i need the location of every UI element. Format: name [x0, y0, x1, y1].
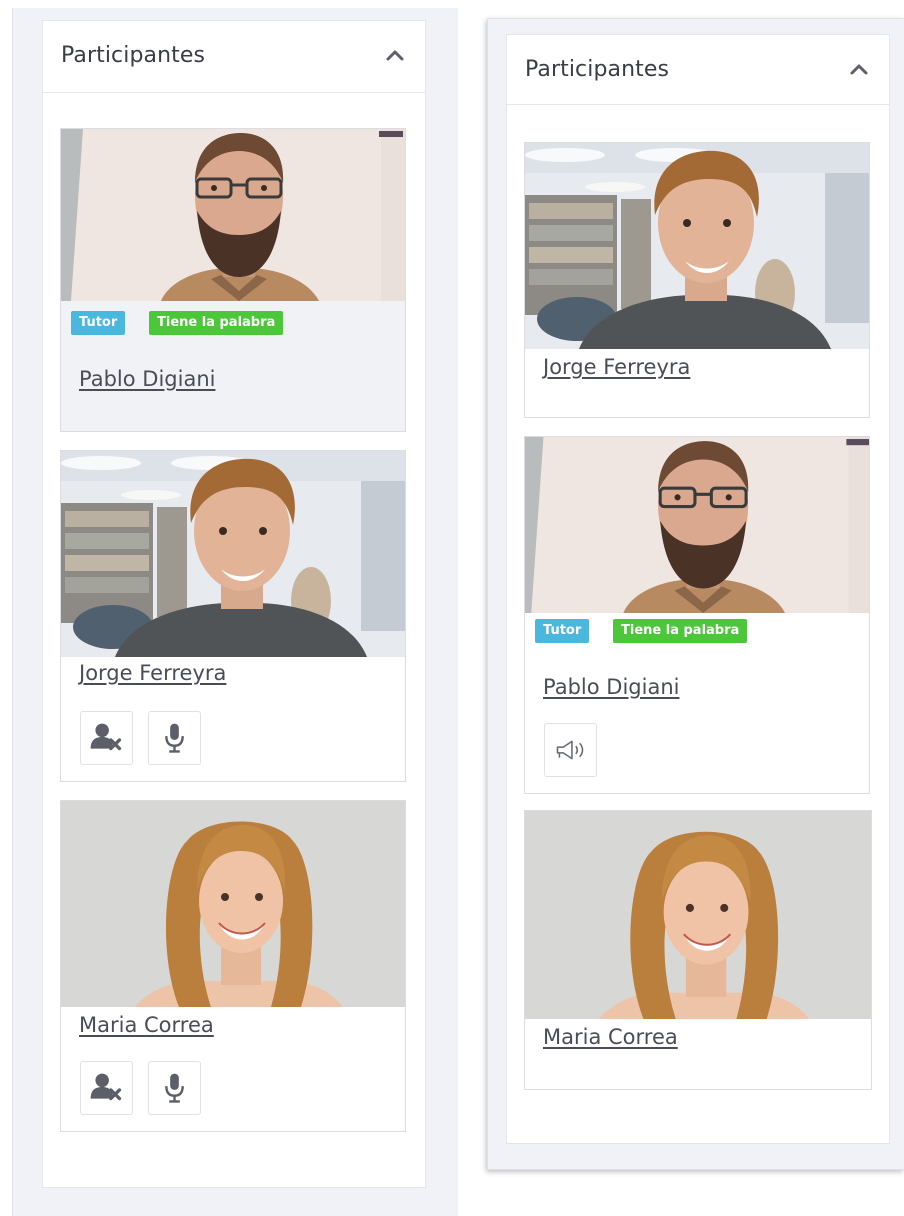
- participants-panel: Participantes Jorge Ferreyra Tutor Tiene…: [506, 34, 890, 1144]
- participant-video: [61, 129, 405, 301]
- panel-title: Participantes: [61, 43, 206, 68]
- participant-video: [61, 801, 405, 1007]
- panel-header: Participantes: [507, 35, 889, 105]
- participant-card: Maria Correa: [524, 810, 872, 1090]
- participant-name-link[interactable]: Maria Correa: [543, 1025, 678, 1049]
- participant-name-link[interactable]: Maria Correa: [79, 1013, 214, 1037]
- left-panel-shell: Participantes Tutor Tiene la palabra Pab…: [12, 8, 458, 1216]
- participants-panel: Participantes Tutor Tiene la palabra Pab…: [42, 20, 426, 1188]
- microphone-button[interactable]: [148, 711, 201, 765]
- megaphone-icon: [545, 724, 596, 776]
- right-panel-shell: Participantes Jorge Ferreyra Tutor Tiene…: [487, 18, 904, 1170]
- participant-video: [61, 451, 405, 657]
- participant-video: [525, 143, 869, 349]
- remove-user-button[interactable]: [80, 711, 133, 765]
- participant-video: [525, 811, 871, 1019]
- participant-name-link[interactable]: Pablo Digiani: [79, 367, 215, 391]
- microphone-icon: [149, 1062, 200, 1114]
- participant-video: [525, 437, 869, 613]
- chevron-up-icon[interactable]: [381, 41, 409, 69]
- participant-card: Jorge Ferreyra: [60, 450, 406, 782]
- participant-card: Tutor Tiene la palabra Pablo Digiani: [524, 436, 870, 794]
- participant-card: Maria Correa: [60, 800, 406, 1132]
- remove-user-button[interactable]: [80, 1061, 133, 1115]
- participant-card: Jorge Ferreyra: [524, 142, 870, 418]
- participant-name-link[interactable]: Pablo Digiani: [543, 675, 679, 699]
- tutor-badge: Tutor: [71, 311, 126, 335]
- participant-name-link[interactable]: Jorge Ferreyra: [543, 355, 690, 379]
- tutor-badge: Tutor: [535, 619, 590, 643]
- remove-user-icon: [81, 712, 132, 764]
- panel-title: Participantes: [525, 57, 670, 82]
- megaphone-button[interactable]: [544, 723, 597, 777]
- microphone-button[interactable]: [148, 1061, 201, 1115]
- has-floor-badge: Tiene la palabra: [149, 311, 284, 335]
- participant-card: Tutor Tiene la palabra Pablo Digiani: [60, 128, 406, 432]
- microphone-icon: [149, 712, 200, 764]
- has-floor-badge: Tiene la palabra: [613, 619, 748, 643]
- chevron-up-icon[interactable]: [845, 55, 873, 83]
- panel-header: Participantes: [43, 21, 425, 93]
- participant-name-link[interactable]: Jorge Ferreyra: [79, 661, 226, 685]
- remove-user-icon: [81, 1062, 132, 1114]
